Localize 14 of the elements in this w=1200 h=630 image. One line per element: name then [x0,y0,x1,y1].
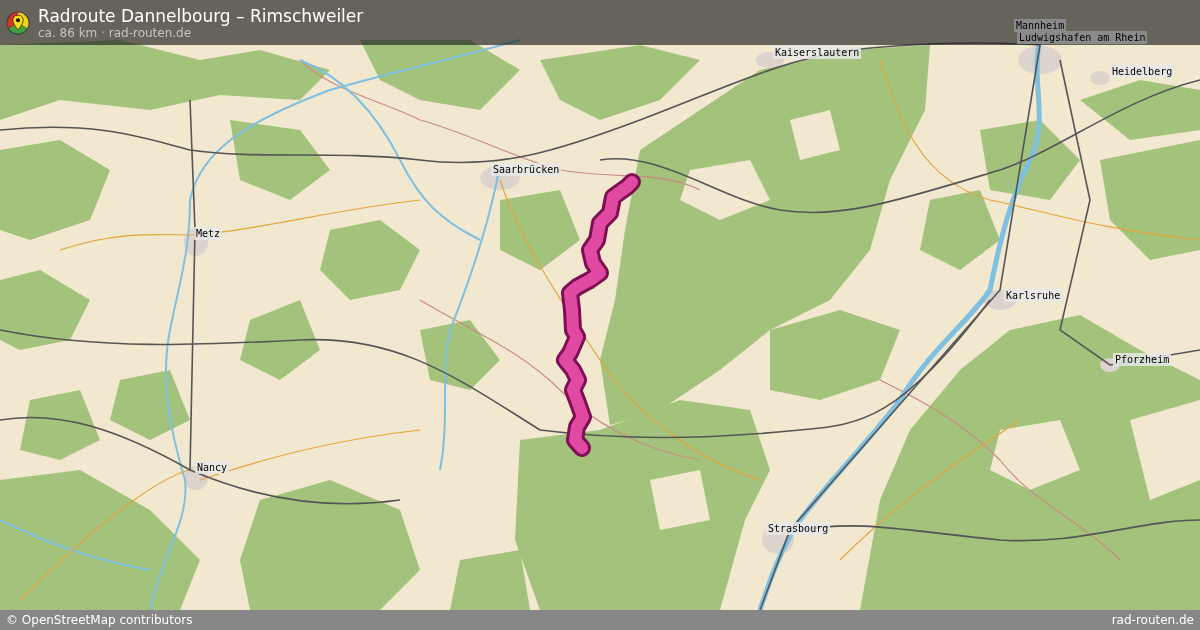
route-title: Radroute Dannelbourg – Rimschweiler [38,5,364,26]
place-label: Karlsruhe [1004,289,1063,302]
place-label: Metz [194,227,223,240]
route-subtitle: ca. 86 km · rad-routen.de [38,25,192,40]
place-label: Saarbrücken [491,163,562,176]
location-pin-icon [6,10,30,35]
attribution-text: © OpenStreetMap contributors [6,612,193,629]
place-label: Strasbourg [766,522,831,535]
place-label: Kaiserslautern [773,46,862,59]
place-label: Nancy [195,461,230,474]
place-label: Heidelberg [1110,65,1175,78]
site-credit-text: rad-routen.de [1111,612,1194,629]
place-label: Pforzheim [1113,353,1172,366]
place-label: Ludwigshafen am Rhein [1017,31,1148,44]
